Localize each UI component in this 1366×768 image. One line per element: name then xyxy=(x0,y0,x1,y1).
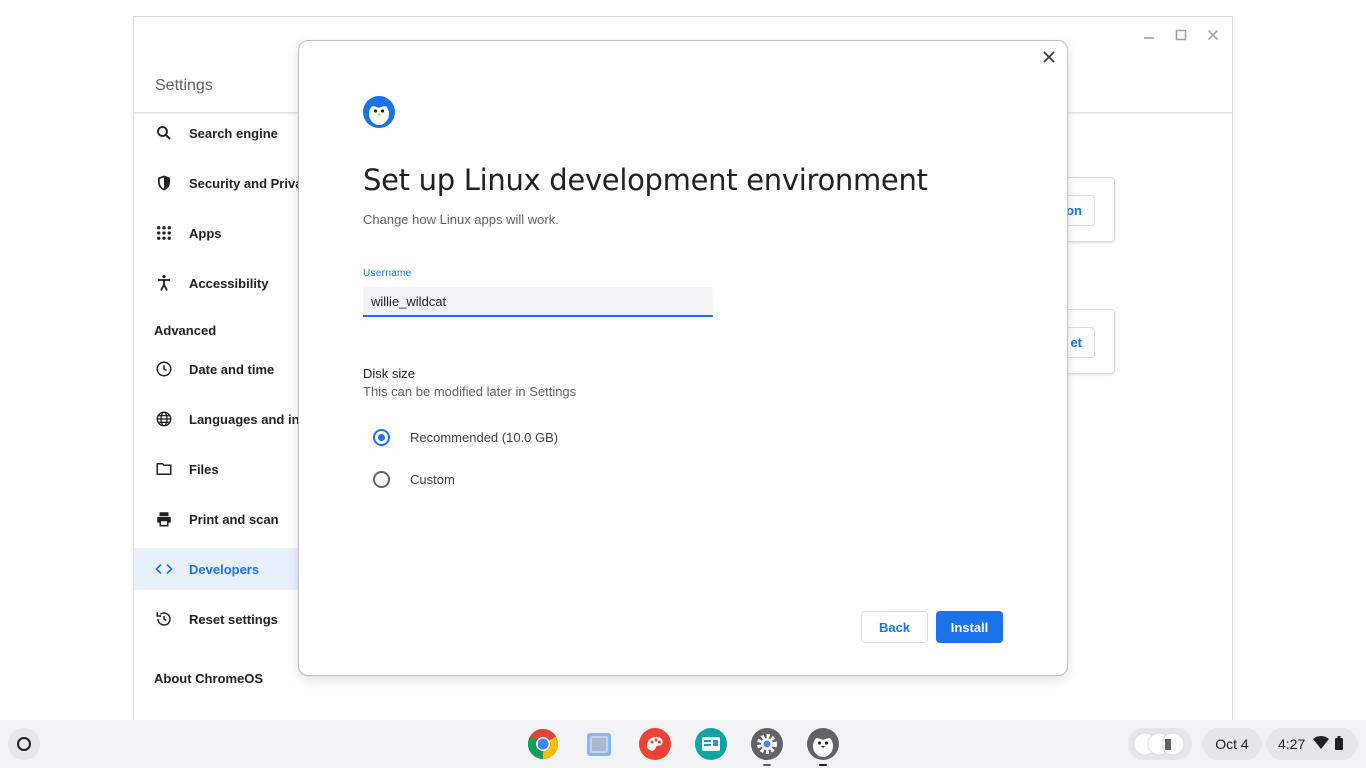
nav-label: Date and time xyxy=(189,361,275,377)
launcher-button[interactable] xyxy=(8,728,40,760)
radio-option-custom[interactable]: Custom xyxy=(373,471,455,488)
close-icon[interactable] xyxy=(1039,47,1059,67)
username-label: Username xyxy=(363,268,412,279)
nav-label: Apps xyxy=(189,225,222,241)
search-icon xyxy=(154,123,174,143)
nav-label: Reset settings xyxy=(189,611,278,627)
linux-penguin-icon xyxy=(363,96,395,128)
install-button[interactable]: Install xyxy=(936,611,1003,643)
dialog-subtitle: Change how Linux apps will work. xyxy=(363,212,559,227)
nav-label: Files xyxy=(189,461,219,477)
news-icon[interactable] xyxy=(695,728,727,760)
disk-size-label: Disk size xyxy=(363,366,416,381)
holding-space-tray[interactable] xyxy=(1128,728,1192,760)
shield-icon xyxy=(154,173,174,193)
running-indicator xyxy=(819,764,827,766)
time-text: 4:27 xyxy=(1278,736,1306,752)
radio-option-recommended[interactable]: Recommended (10.0 GB) xyxy=(373,429,558,446)
clock-icon xyxy=(154,359,174,379)
wifi-icon xyxy=(1313,735,1330,753)
launcher-circle-icon xyxy=(17,737,31,751)
window-controls xyxy=(1138,25,1224,45)
username-field[interactable] xyxy=(363,287,713,317)
accessibility-icon xyxy=(154,273,174,293)
username-input[interactable] xyxy=(363,287,713,315)
radio-label: Custom xyxy=(410,472,455,487)
chrome-icon[interactable] xyxy=(527,728,559,760)
folder-icon xyxy=(154,459,174,479)
date-text: Oct 4 xyxy=(1215,736,1249,752)
canvas-icon[interactable] xyxy=(639,728,671,760)
code-icon xyxy=(154,559,174,579)
apps-grid-icon xyxy=(154,223,174,243)
globe-icon xyxy=(154,409,174,429)
radio-button-unchecked[interactable] xyxy=(373,471,390,488)
dialog-title: Set up Linux development environment xyxy=(363,163,928,197)
radio-label: Recommended (10.0 GB) xyxy=(410,430,559,445)
nav-label: Search engine xyxy=(189,125,278,141)
reset-history-icon xyxy=(154,609,174,629)
printer-icon xyxy=(154,509,174,529)
nav-label: Print and scan xyxy=(189,511,279,527)
nav-section-advanced[interactable]: Advanced xyxy=(154,323,216,338)
minimize-icon[interactable] xyxy=(1138,25,1160,45)
radio-button-checked[interactable] xyxy=(373,429,390,446)
shelf: Oct 4 4:27 xyxy=(0,720,1366,768)
nav-label: Developers xyxy=(189,561,260,577)
date-pill[interactable]: Oct 4 xyxy=(1202,728,1262,760)
files-icon[interactable] xyxy=(583,728,615,760)
settings-icon[interactable] xyxy=(751,728,783,766)
nav-label: Accessibility xyxy=(189,275,269,291)
disk-size-description: This can be modified later in Settings xyxy=(363,384,577,399)
status-area[interactable]: 4:27 xyxy=(1266,728,1358,760)
maximize-icon[interactable] xyxy=(1170,25,1192,45)
battery-icon xyxy=(1335,735,1344,753)
linux-setup-dialog: Set up Linux development environment Cha… xyxy=(298,40,1068,676)
settings-title: Settings xyxy=(155,77,213,94)
nav-item-about[interactable]: About ChromeOS xyxy=(154,671,263,686)
running-indicator xyxy=(763,764,771,766)
linux-terminal-icon[interactable] xyxy=(807,728,839,766)
close-window-icon[interactable] xyxy=(1202,25,1224,45)
back-button[interactable]: Back xyxy=(861,611,928,643)
